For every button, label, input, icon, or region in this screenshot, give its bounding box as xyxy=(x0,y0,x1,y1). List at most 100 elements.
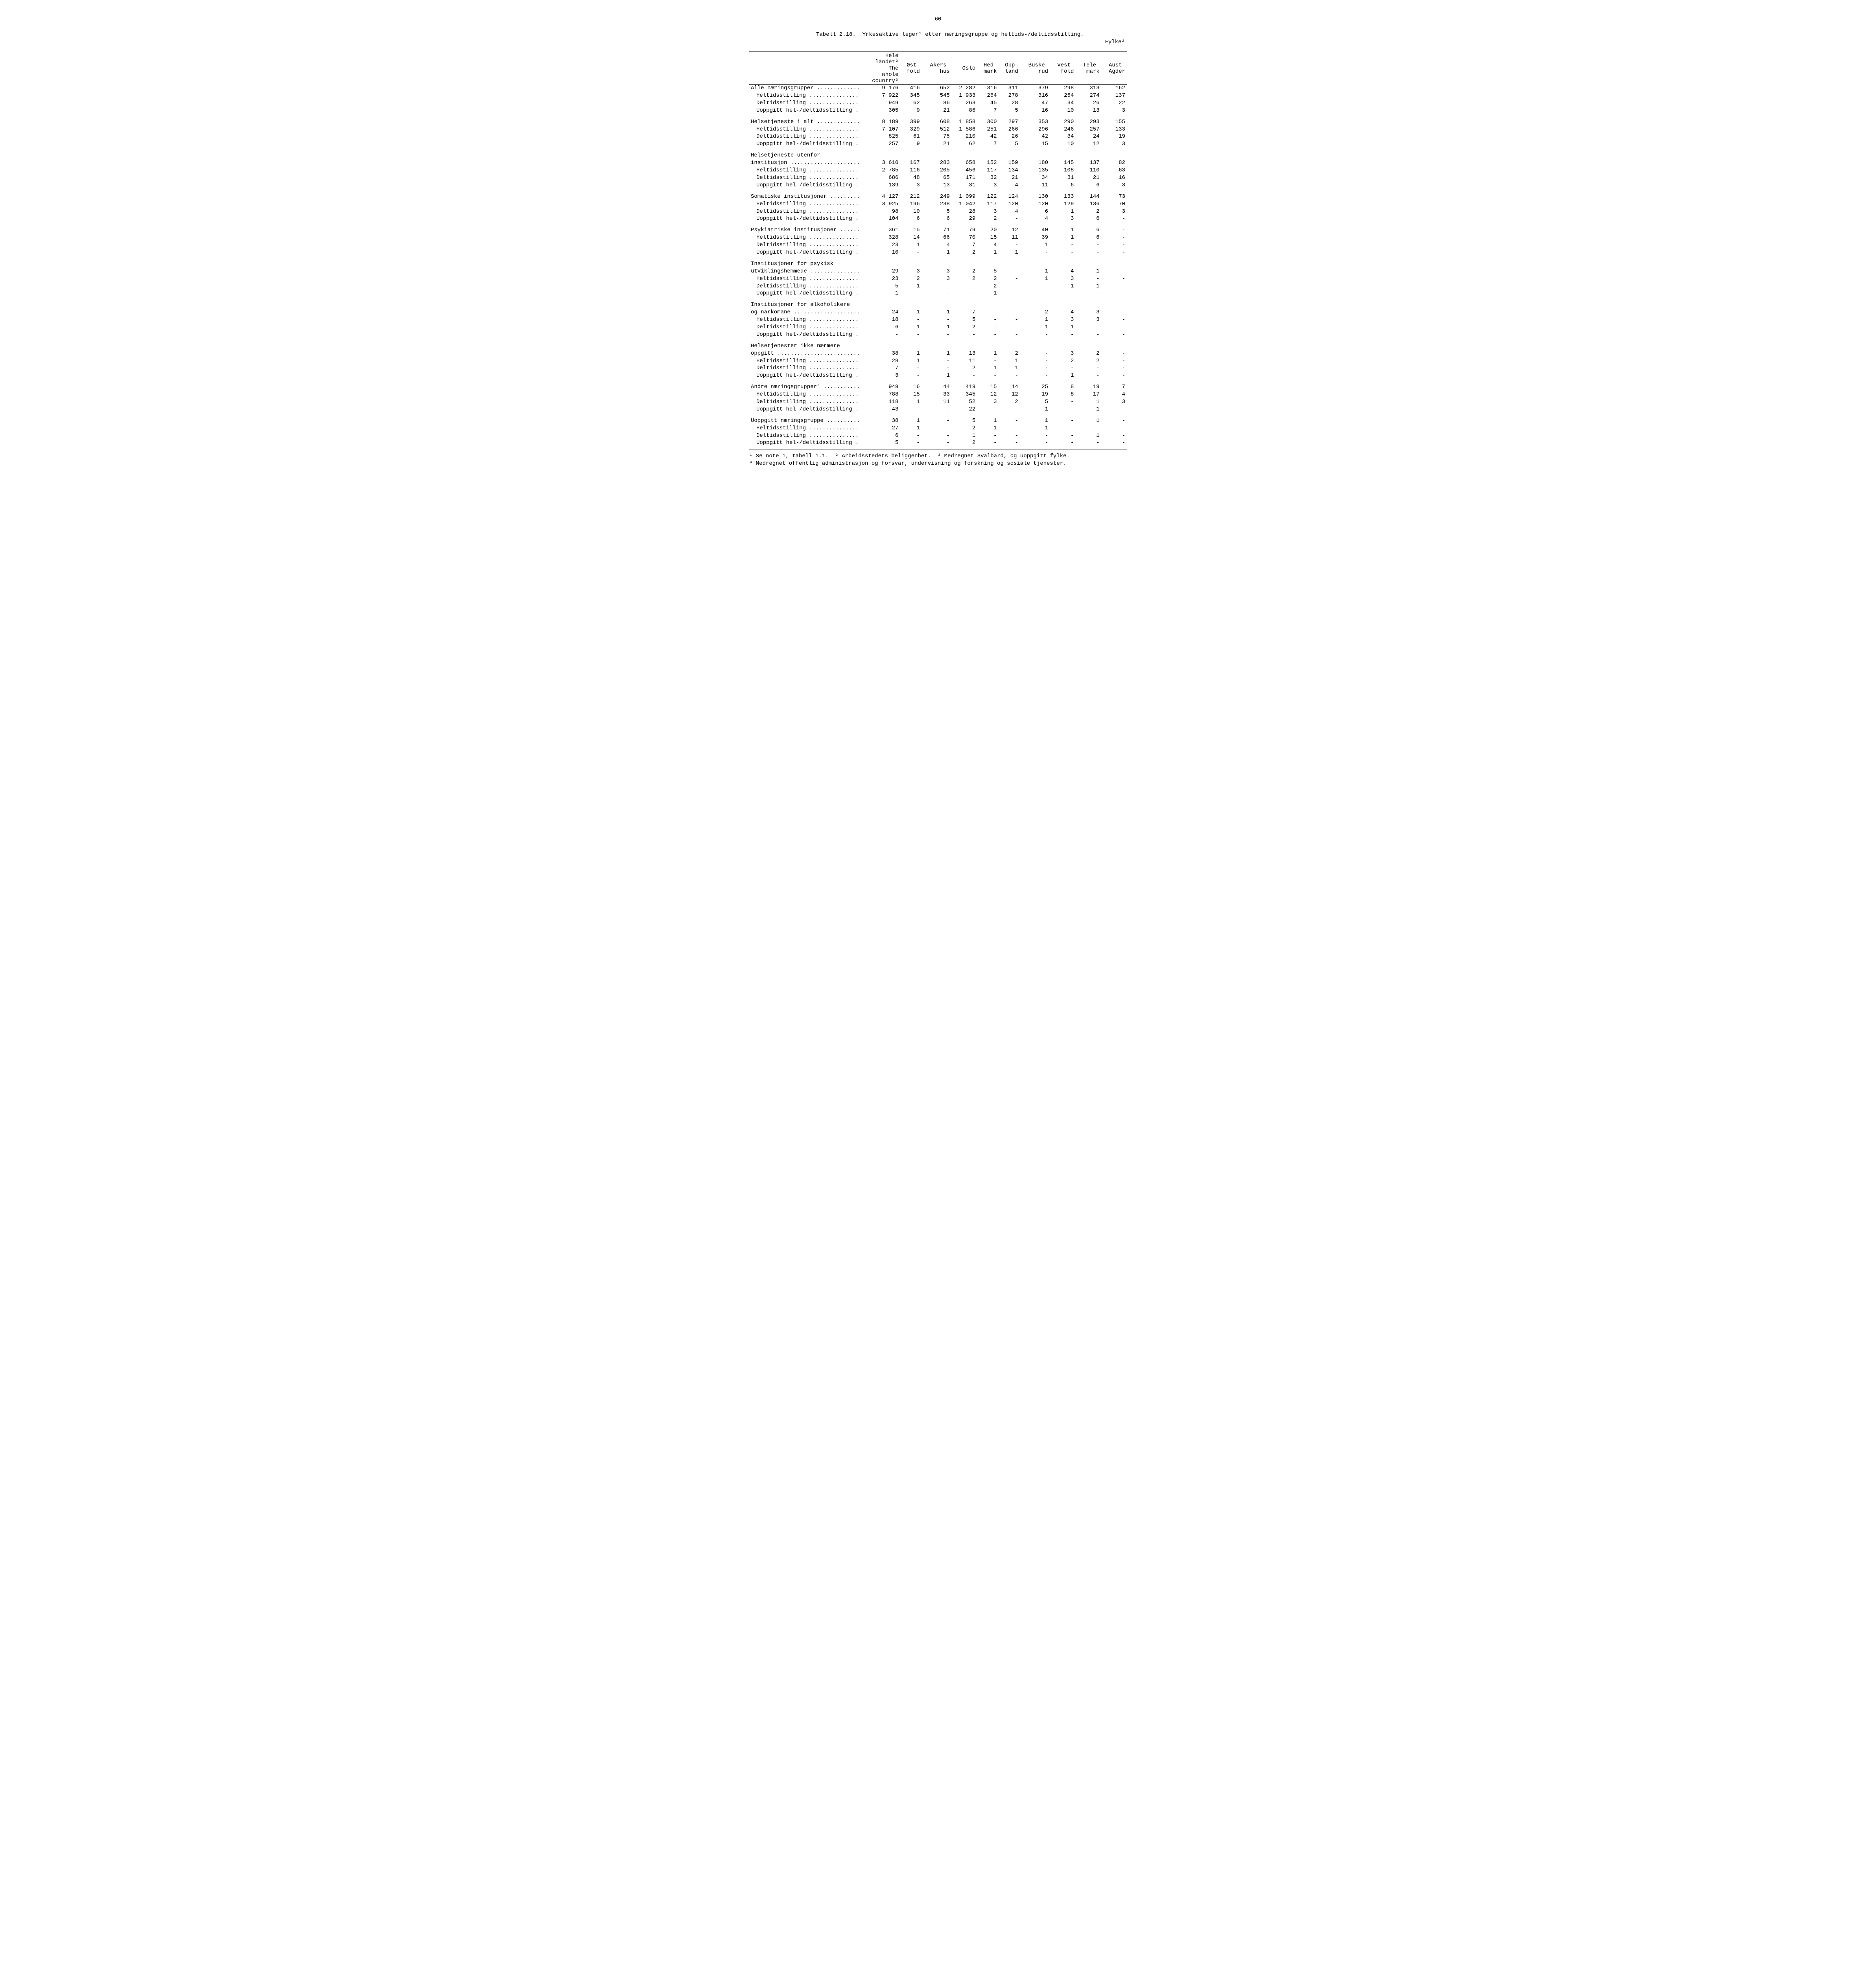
data-cell: 311 xyxy=(999,85,1020,92)
data-cell: 28 xyxy=(861,357,900,365)
data-cell: 3 xyxy=(977,398,998,406)
data-cell: - xyxy=(1075,372,1101,379)
header-line: Opp- xyxy=(1000,62,1018,68)
header-line: Øst- xyxy=(901,62,920,68)
data-cell: 129 xyxy=(1050,201,1075,208)
table-row: Institusjoner for psykisk xyxy=(749,260,1127,268)
data-cell xyxy=(1020,342,1050,350)
data-cell: 379 xyxy=(1020,85,1050,92)
table-row: Deltidsstilling ...............7--211---… xyxy=(749,364,1127,372)
table-row: Deltidsstilling ...............231474-1-… xyxy=(749,241,1127,249)
data-cell: 98 xyxy=(861,208,900,215)
table-row: Uoppgitt hel-/deltidsstilling .---------… xyxy=(749,331,1127,339)
data-cell: 48 xyxy=(900,174,921,182)
data-cell: - xyxy=(1101,331,1127,339)
data-cell: 13 xyxy=(951,350,977,357)
data-cell: - xyxy=(1101,241,1127,249)
data-cell: 1 xyxy=(977,290,998,297)
data-cell: 3 xyxy=(977,208,998,215)
data-cell: 18 xyxy=(861,316,900,324)
data-cell: - xyxy=(999,439,1020,449)
data-cell: 75 xyxy=(921,133,951,140)
data-cell: 278 xyxy=(999,92,1020,99)
data-cell: 3 xyxy=(1075,309,1101,316)
data-cell: - xyxy=(1020,350,1050,357)
data-cell: 79 xyxy=(951,226,977,234)
data-cell: 1 xyxy=(977,350,998,357)
data-cell: 10 xyxy=(861,249,900,256)
data-cell: - xyxy=(900,331,921,339)
col-header-ostfold: Øst-fold xyxy=(900,52,921,84)
data-cell: 28 xyxy=(951,208,977,215)
row-label: Heltidsstilling ............... xyxy=(749,234,861,241)
data-cell: 20 xyxy=(977,226,998,234)
data-cell: - xyxy=(900,290,921,297)
data-cell: 329 xyxy=(900,126,921,133)
row-label: Heltidsstilling ............... xyxy=(749,357,861,365)
table-row: Heltidsstilling ...............2 7851162… xyxy=(749,167,1127,174)
row-label: Deltidsstilling ............... xyxy=(749,398,861,406)
data-cell: 1 xyxy=(921,249,951,256)
data-cell: 118 xyxy=(861,398,900,406)
data-cell: - xyxy=(1101,226,1127,234)
data-cell xyxy=(1050,260,1075,268)
table-row: og narkomane ....................24117--… xyxy=(749,309,1127,316)
row-label: Uoppgitt hel-/deltidsstilling . xyxy=(749,372,861,379)
data-cell: - xyxy=(977,439,998,449)
data-cell: - xyxy=(999,275,1020,283)
data-cell: 353 xyxy=(1020,118,1050,126)
data-cell: 1 xyxy=(1020,241,1050,249)
data-cell: 16 xyxy=(1101,174,1127,182)
data-cell: 137 xyxy=(1101,92,1127,99)
data-cell: 1 xyxy=(1050,372,1075,379)
data-cell: 212 xyxy=(900,193,921,201)
data-cell: 456 xyxy=(951,167,977,174)
data-cell: 313 xyxy=(1075,85,1101,92)
data-cell: - xyxy=(999,290,1020,297)
data-cell: 26 xyxy=(1075,99,1101,107)
data-cell: 38 xyxy=(861,350,900,357)
data-cell xyxy=(977,152,998,159)
col-header-telemark: Tele-mark xyxy=(1075,52,1101,84)
data-cell: 2 xyxy=(951,268,977,275)
data-cell: 133 xyxy=(1050,193,1075,201)
row-label: Heltidsstilling ............... xyxy=(749,92,861,99)
data-cell: 8 189 xyxy=(861,118,900,126)
table-row: Deltidsstilling ...............981052834… xyxy=(749,208,1127,215)
data-cell: 82 xyxy=(1101,159,1127,167)
data-cell: - xyxy=(1020,439,1050,449)
row-label: Psykiatriske institusjoner ...... xyxy=(749,226,861,234)
data-cell: 15 xyxy=(900,391,921,398)
data-cell: 4 xyxy=(999,208,1020,215)
data-cell: 122 xyxy=(977,193,998,201)
data-cell: 12 xyxy=(999,226,1020,234)
data-cell: 2 xyxy=(999,398,1020,406)
row-label: Uoppgitt hel-/deltidsstilling . xyxy=(749,439,861,449)
data-cell: 130 xyxy=(1020,193,1050,201)
table-row: Heltidsstilling ...............328146670… xyxy=(749,234,1127,241)
data-cell: 1 xyxy=(1075,432,1101,440)
data-cell: 2 xyxy=(999,350,1020,357)
data-cell: 1 099 xyxy=(951,193,977,201)
data-cell: 949 xyxy=(861,383,900,391)
data-cell: 652 xyxy=(921,85,951,92)
data-cell: 1 xyxy=(900,324,921,331)
data-cell: - xyxy=(951,283,977,290)
data-cell: 5 xyxy=(999,140,1020,148)
table-row: Deltidsstilling ...............949628626… xyxy=(749,99,1127,107)
row-label: Deltidsstilling ............... xyxy=(749,364,861,372)
data-cell: - xyxy=(951,331,977,339)
data-cell xyxy=(1101,301,1127,309)
table-row: Psykiatriske institusjoner ......3611571… xyxy=(749,226,1127,234)
data-cell: 7 xyxy=(951,309,977,316)
row-label: Uoppgitt hel-/deltidsstilling . xyxy=(749,290,861,297)
data-cell: 6 xyxy=(861,324,900,331)
data-cell: 3 xyxy=(861,372,900,379)
data-cell xyxy=(1020,301,1050,309)
table-row: Heltidsstilling ...............232322-13… xyxy=(749,275,1127,283)
data-cell: 104 xyxy=(861,215,900,223)
row-label: Heltidsstilling ............... xyxy=(749,201,861,208)
table-row: institusjon .....................3 61016… xyxy=(749,159,1127,167)
row-label: Uoppgitt hel-/deltidsstilling . xyxy=(749,406,861,413)
data-cell: 7 xyxy=(861,364,900,372)
